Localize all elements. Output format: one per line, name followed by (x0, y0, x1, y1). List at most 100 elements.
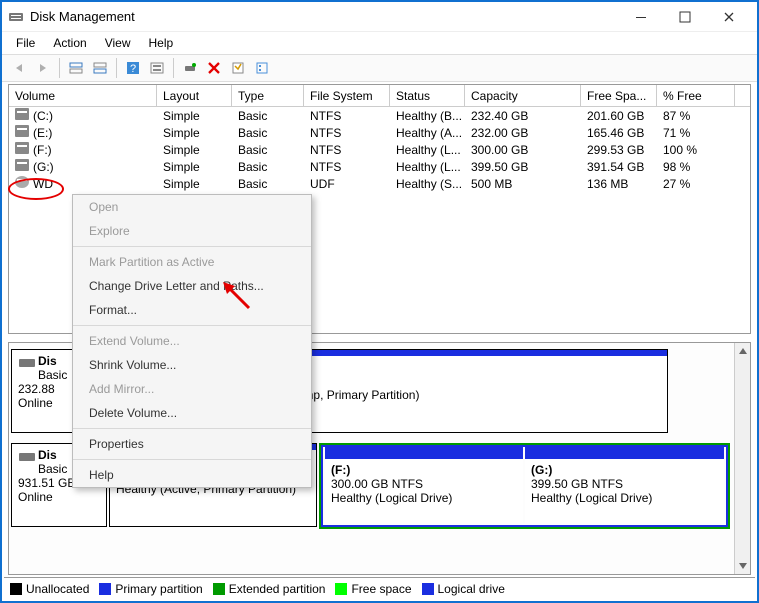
partition-size: 399.50 GB NTFS (531, 477, 623, 491)
toolbar-separator (59, 58, 60, 78)
context-menu: Open Explore Mark Partition as Active Ch… (72, 194, 312, 488)
cell: 27 % (657, 177, 735, 191)
column-volume[interactable]: Volume (9, 85, 157, 106)
cell: WD (33, 177, 53, 191)
volume-list-header: Volume Layout Type File System Status Ca… (9, 85, 750, 107)
column-status-label: Status (396, 89, 430, 103)
cell: Simple (157, 177, 232, 191)
menu-help[interactable]: Help (141, 34, 182, 52)
ctx-change-drive-letter[interactable]: Change Drive Letter and Paths... (73, 274, 311, 298)
column-filesystem[interactable]: File System (304, 85, 390, 106)
cell: 100 % (657, 143, 735, 157)
disk1-size: 931.51 GB (18, 476, 75, 490)
volume-row-wd[interactable]: WD Simple Basic UDF Healthy (S... 500 MB… (9, 175, 750, 192)
cell: (E:) (33, 126, 52, 140)
cell: Simple (157, 160, 232, 174)
cell: 300.00 GB (465, 143, 581, 157)
partition-name: (F:) (331, 463, 350, 477)
partition-name: (G:) (531, 463, 552, 477)
cell: Simple (157, 126, 232, 140)
settings-button[interactable] (146, 57, 168, 79)
delete-button[interactable] (203, 57, 225, 79)
menubar: File Action View Help (2, 32, 757, 54)
cell: 71 % (657, 126, 735, 140)
cell: Simple (157, 109, 232, 123)
cell: Basic (232, 143, 304, 157)
ctx-explore[interactable]: Explore (73, 219, 311, 243)
ctx-separator (73, 246, 311, 247)
titlebar: Disk Management (2, 2, 757, 32)
partition-status: Healthy (Logical Drive) (531, 491, 652, 505)
scroll-up-icon[interactable] (735, 343, 751, 359)
cell: UDF (304, 177, 390, 191)
legend-label: Unallocated (26, 582, 89, 596)
vertical-scrollbar[interactable] (734, 343, 750, 574)
ctx-add-mirror[interactable]: Add Mirror... (73, 377, 311, 401)
column-layout[interactable]: Layout (157, 85, 232, 106)
volume-icon (15, 125, 29, 137)
column-capacity[interactable]: Capacity (465, 85, 581, 106)
cell: NTFS (304, 109, 390, 123)
ctx-extend-volume[interactable]: Extend Volume... (73, 329, 311, 353)
cell: (C:) (33, 109, 53, 123)
cell: Healthy (S... (390, 177, 465, 191)
maximize-button[interactable] (663, 2, 707, 32)
ctx-mark-active[interactable]: Mark Partition as Active (73, 250, 311, 274)
column-pctfree[interactable]: % Free (657, 85, 735, 106)
minimize-button[interactable] (619, 2, 663, 32)
volume-row-e[interactable]: (E:) Simple Basic NTFS Healthy (A... 232… (9, 124, 750, 141)
forward-button[interactable] (32, 57, 54, 79)
ctx-open[interactable]: Open (73, 195, 311, 219)
volume-icon (15, 142, 29, 154)
legend-primary: Primary partition (99, 582, 202, 596)
legend-label: Extended partition (229, 582, 326, 596)
ctx-properties[interactable]: Properties (73, 432, 311, 456)
toolbar: ? (2, 54, 757, 82)
ctx-help[interactable]: Help (73, 463, 311, 487)
column-status[interactable]: Status (390, 85, 465, 106)
svg-text:?: ? (130, 63, 136, 75)
disk0-type: Basic (38, 368, 67, 382)
refresh-button[interactable] (179, 57, 201, 79)
help-button[interactable]: ? (122, 57, 144, 79)
scroll-down-icon[interactable] (735, 558, 751, 574)
disk-icon (18, 354, 36, 372)
actions-button[interactable] (251, 57, 273, 79)
column-free-label: Free Spa... (587, 89, 646, 103)
volume-row-c[interactable]: (C:) Simple Basic NTFS Healthy (B... 232… (9, 107, 750, 124)
column-type[interactable]: Type (232, 85, 304, 106)
view-bottom-button[interactable] (89, 57, 111, 79)
menu-action[interactable]: Action (45, 34, 94, 52)
cell: NTFS (304, 160, 390, 174)
partition-g[interactable]: (G:) 399.50 GB NTFS Healthy (Logical Dri… (525, 447, 724, 523)
properties-button[interactable] (227, 57, 249, 79)
legend-logical: Logical drive (422, 582, 505, 596)
column-volume-label: Volume (15, 89, 55, 103)
cell: Basic (232, 126, 304, 140)
partition-header (525, 447, 724, 459)
disk-icon (18, 448, 36, 466)
app-icon (8, 9, 24, 25)
cell: 165.46 GB (581, 126, 657, 140)
ctx-format[interactable]: Format... (73, 298, 311, 322)
cell: 500 MB (465, 177, 581, 191)
menu-file[interactable]: File (8, 34, 43, 52)
partition-f[interactable]: (F:) 300.00 GB NTFS Healthy (Logical Dri… (325, 447, 523, 523)
view-top-button[interactable] (65, 57, 87, 79)
toolbar-separator (173, 58, 174, 78)
volume-row-g[interactable]: (G:) Simple Basic NTFS Healthy (L... 399… (9, 158, 750, 175)
back-button[interactable] (8, 57, 30, 79)
volume-row-f[interactable]: (F:) Simple Basic NTFS Healthy (L... 300… (9, 141, 750, 158)
cell: 87 % (657, 109, 735, 123)
cell: Healthy (L... (390, 160, 465, 174)
cell: 391.54 GB (581, 160, 657, 174)
column-pct-label: % Free (663, 89, 702, 103)
disk0-status: Online (18, 396, 53, 410)
volume-icon (15, 159, 29, 171)
close-button[interactable] (707, 2, 751, 32)
menu-view[interactable]: View (97, 34, 139, 52)
ctx-shrink-volume[interactable]: Shrink Volume... (73, 353, 311, 377)
disk1-type: Basic (38, 462, 67, 476)
ctx-delete-volume[interactable]: Delete Volume... (73, 401, 311, 425)
column-freespace[interactable]: Free Spa... (581, 85, 657, 106)
